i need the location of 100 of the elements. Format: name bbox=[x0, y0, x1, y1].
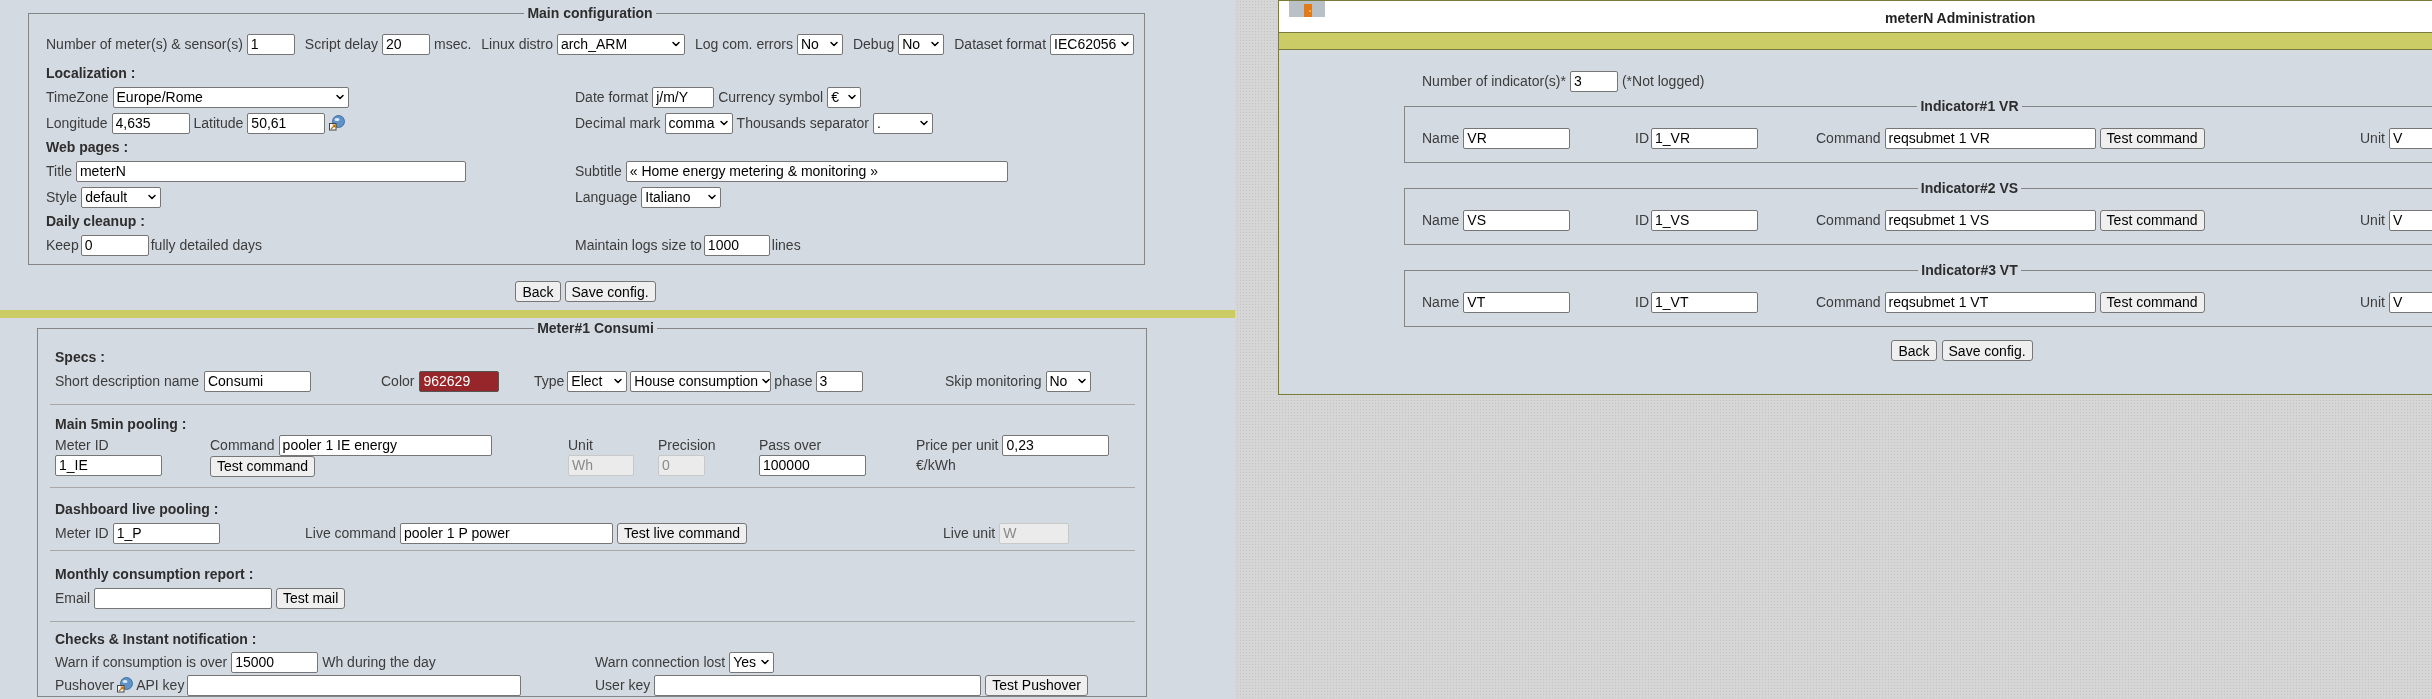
text-field[interactable]: 0 bbox=[80, 234, 149, 256]
field-label: Script delay bbox=[304, 35, 378, 53]
field-label: Title bbox=[46, 162, 72, 180]
text-field[interactable] bbox=[654, 674, 982, 696]
test-command-button[interactable]: Test command bbox=[2099, 209, 2205, 231]
text-field[interactable]: 15000 bbox=[231, 651, 319, 673]
text-field[interactable]: 1000 bbox=[703, 234, 770, 256]
text-field[interactable]: 1_P bbox=[112, 522, 220, 544]
dropdown[interactable]: arch_ARM bbox=[556, 33, 685, 55]
dropdown[interactable]: Yes bbox=[729, 651, 775, 673]
field-label: msec. bbox=[434, 35, 472, 53]
text-field[interactable]: 962629 bbox=[419, 370, 500, 392]
group-title: Indicator#1 VR bbox=[1919, 97, 2020, 116]
text-field[interactable]: 3 bbox=[815, 370, 863, 392]
text-field[interactable]: 1 bbox=[246, 33, 295, 55]
text-field[interactable]: 1_VS bbox=[1651, 209, 1758, 231]
dropdown[interactable]: Elect bbox=[567, 370, 628, 392]
text-field[interactable]: V bbox=[2388, 209, 2432, 231]
text-field[interactable]: reqsubmet 1 VT bbox=[1884, 291, 2096, 313]
field-label: Log com. errors bbox=[694, 35, 793, 53]
field-label: ID bbox=[1635, 129, 1649, 147]
field-label: Date format bbox=[575, 88, 649, 106]
field-label: lines bbox=[771, 236, 801, 254]
page-title: meterN Administration bbox=[1885, 9, 2036, 28]
text-field[interactable]: j/m/Y bbox=[652, 86, 715, 108]
test-pushover-button[interactable]: Test Pushover bbox=[985, 674, 1088, 696]
field-label: Name bbox=[1422, 129, 1460, 147]
dropdown[interactable]: . bbox=[872, 112, 933, 134]
test-command-button[interactable]: Test command bbox=[210, 455, 316, 477]
field-label: Latitude bbox=[193, 114, 244, 132]
text-field[interactable] bbox=[187, 674, 522, 696]
text-field[interactable]: 3 bbox=[1569, 70, 1618, 92]
field-label: Price per unit bbox=[916, 436, 999, 454]
dropdown[interactable]: IEC62056 bbox=[1050, 33, 1135, 55]
dropdown[interactable]: House consumption bbox=[630, 370, 772, 392]
field-label: Debug bbox=[852, 35, 895, 53]
field-label: Longitude bbox=[46, 114, 108, 132]
save-button[interactable]: Save config. bbox=[1941, 340, 2033, 361]
field-label: Pass over bbox=[759, 436, 822, 454]
field-label: Name bbox=[1422, 211, 1460, 229]
field-label: Number of indicator(s)* bbox=[1422, 72, 1566, 90]
text-field[interactable]: reqsubmet 1 VR bbox=[1884, 127, 2096, 149]
text-field[interactable]: V bbox=[2388, 291, 2432, 313]
back-button[interactable]: Back bbox=[1891, 340, 1937, 361]
text-field[interactable]: 4,635 bbox=[111, 112, 190, 134]
text-field[interactable]: 1_VR bbox=[1651, 127, 1758, 149]
test-command-button[interactable]: Test command bbox=[2099, 291, 2205, 313]
text-field[interactable]: 1_VT bbox=[1651, 291, 1758, 313]
field-label: Meter ID bbox=[55, 524, 109, 542]
back-button[interactable]: Back bbox=[515, 281, 561, 302]
test-command-button[interactable]: Test command bbox=[2099, 127, 2205, 149]
field-label: Unit bbox=[568, 436, 593, 454]
text-field[interactable]: « Home energy metering & monitoring » bbox=[625, 160, 1008, 182]
text-field[interactable]: VR bbox=[1463, 127, 1571, 149]
text-field[interactable]: 50,61 bbox=[247, 112, 326, 134]
text-field[interactable]: 0,23 bbox=[1002, 434, 1110, 456]
text-field[interactable]: 1_IE bbox=[55, 454, 162, 476]
text-field[interactable]: meterN bbox=[75, 160, 466, 182]
section-heading: Specs : bbox=[55, 347, 106, 367]
test-mail-button[interactable]: Test mail bbox=[276, 587, 346, 609]
text-field[interactable] bbox=[94, 587, 272, 609]
save-button[interactable]: Save config. bbox=[564, 281, 656, 302]
field-label: ID bbox=[1635, 293, 1649, 311]
section-heading: Checks & Instant notification : bbox=[55, 629, 258, 649]
group-title: Main configuration bbox=[526, 4, 654, 23]
dropdown[interactable]: No bbox=[898, 33, 945, 55]
field-label: ID bbox=[1635, 211, 1649, 229]
group-title: Indicator#2 VS bbox=[1919, 179, 2020, 198]
field-label: Subtitle bbox=[575, 162, 622, 180]
field-label: Pushover bbox=[55, 676, 115, 694]
field-label: phase bbox=[774, 372, 813, 390]
section-heading: Monthly consumption report : bbox=[55, 564, 255, 584]
group-title: Meter#1 Consumi bbox=[536, 319, 655, 338]
text-field[interactable]: 100000 bbox=[759, 454, 866, 476]
dropdown[interactable]: No bbox=[1045, 370, 1091, 392]
field-label: Email bbox=[55, 589, 90, 607]
text-field[interactable]: VS bbox=[1463, 209, 1571, 231]
text-field[interactable]: pooler 1 P power bbox=[400, 522, 614, 544]
field-label: Type bbox=[534, 372, 565, 390]
text-field[interactable]: pooler 1 IE energy bbox=[278, 434, 492, 456]
text-field[interactable]: V bbox=[2388, 127, 2432, 149]
text-field[interactable]: reqsubmet 1 VS bbox=[1884, 209, 2096, 231]
dropdown[interactable]: Europe/Rome bbox=[112, 86, 349, 108]
dropdown[interactable]: comma bbox=[664, 112, 733, 134]
globe-icon bbox=[117, 677, 134, 693]
field-label: Live unit bbox=[943, 524, 996, 542]
field-label: Dataset format bbox=[954, 35, 1047, 53]
text-field[interactable]: VT bbox=[1463, 291, 1571, 313]
dropdown[interactable]: Italiano bbox=[641, 186, 722, 208]
test-live-command-button[interactable]: Test live command bbox=[617, 522, 747, 544]
field-label: Unit bbox=[2360, 293, 2385, 311]
dropdown[interactable]: € bbox=[827, 86, 862, 108]
dropdown[interactable]: default bbox=[81, 186, 162, 208]
text-field[interactable]: 20 bbox=[382, 33, 430, 55]
field-label: Skip monitoring bbox=[945, 372, 1042, 390]
field-label: Wh during the day bbox=[322, 653, 436, 671]
group-title: Indicator#3 VT bbox=[1920, 261, 2019, 280]
text-field[interactable]: Consumi bbox=[203, 370, 311, 392]
field-label: Unit bbox=[2360, 211, 2385, 229]
dropdown[interactable]: No bbox=[796, 33, 843, 55]
